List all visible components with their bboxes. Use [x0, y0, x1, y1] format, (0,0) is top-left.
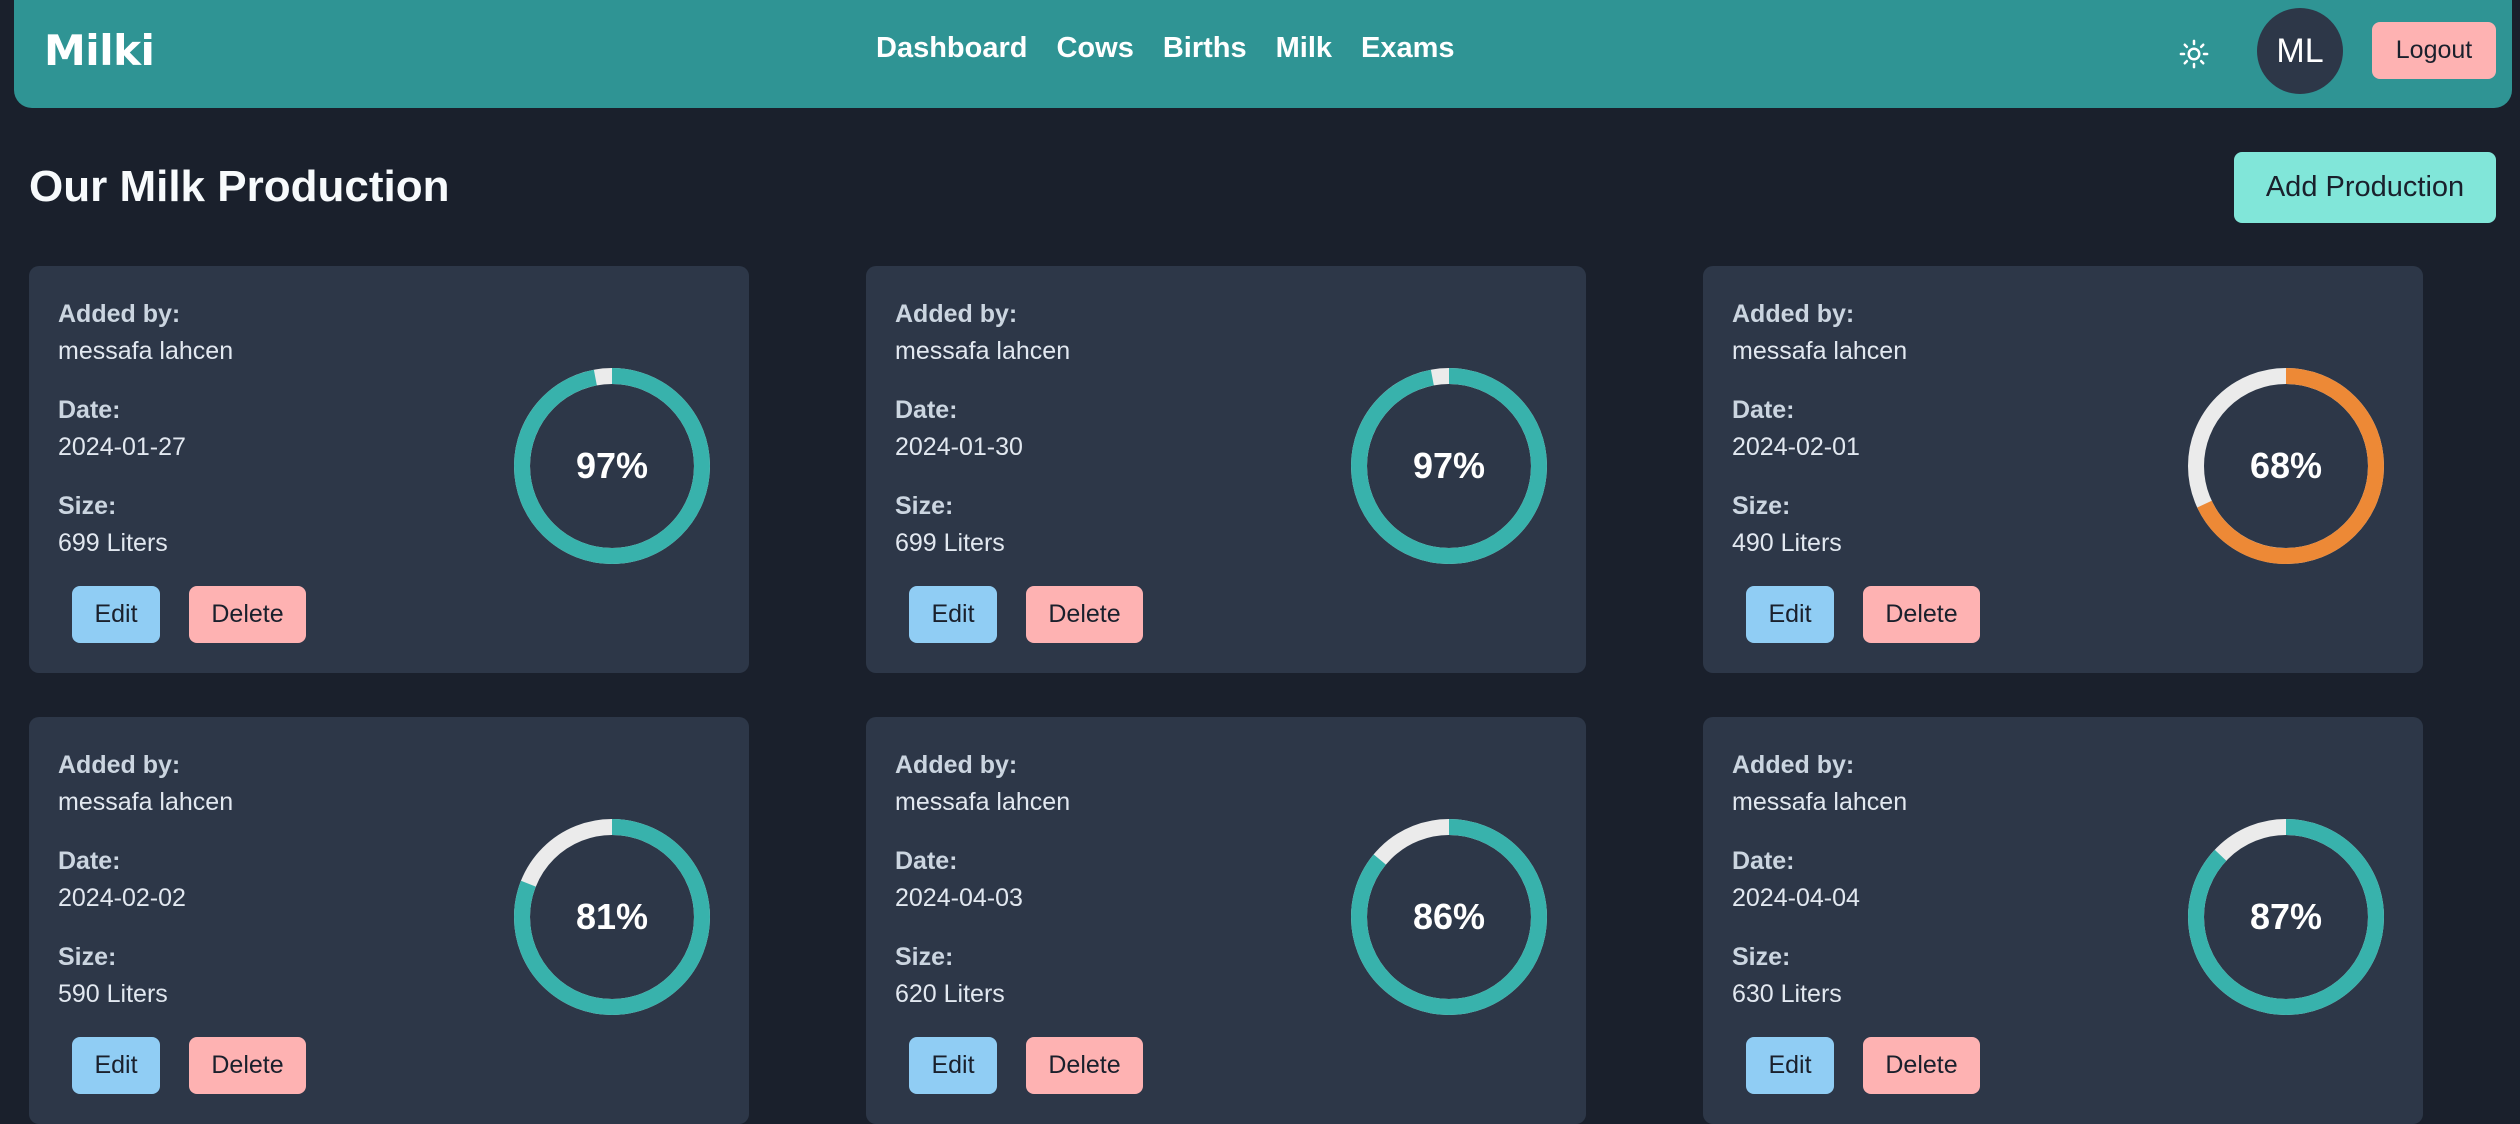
added-by-label: Added by:	[895, 751, 1018, 779]
progress-percent: 68%	[2249, 445, 2323, 486]
date-value: 2024-01-30	[895, 433, 1023, 461]
delete-button[interactable]: Delete	[1026, 586, 1143, 643]
date-label: Date:	[895, 396, 958, 424]
nav-link-milk[interactable]: Milk	[1276, 32, 1332, 65]
added-by-label: Added by:	[895, 300, 1018, 328]
size-label: Size:	[895, 943, 954, 971]
delete-button[interactable]: Delete	[1863, 586, 1980, 643]
added-by-value: messafa lahcen	[895, 337, 1071, 365]
added-by-label: Added by:	[1732, 751, 1855, 779]
brand-logo[interactable]: Milki	[44, 26, 155, 75]
production-info: Added by: messafa lahcen Date: 2024-01-27 Si…	[58, 296, 233, 584]
production-info: Added by: messafa lahcen Date: 2024-02-01 Si…	[1732, 296, 1907, 584]
add-production-button[interactable]: Add Production	[2234, 152, 2496, 223]
card-actions: Edit Delete	[909, 1037, 1143, 1094]
date-value: 2024-01-27	[58, 433, 186, 461]
card-actions: Edit Delete	[72, 586, 306, 643]
size-label: Size:	[895, 492, 954, 520]
top-navbar: Milki Dashboard Cows Births Milk Exams M…	[14, 0, 2512, 108]
progress-percent: 87%	[2249, 896, 2323, 937]
nav-link-cows[interactable]: Cows	[1056, 32, 1133, 65]
edit-button[interactable]: Edit	[909, 1037, 997, 1094]
progress-percent: 97%	[1412, 445, 1486, 486]
added-by-value: messafa lahcen	[895, 788, 1071, 816]
progress-percent: 81%	[575, 896, 649, 937]
nav-links: Dashboard Cows Births Milk Exams	[876, 32, 1455, 65]
logout-button[interactable]: Logout	[2372, 22, 2496, 79]
card-actions: Edit Delete	[1746, 586, 1980, 643]
nav-link-dashboard[interactable]: Dashboard	[876, 32, 1027, 65]
delete-button[interactable]: Delete	[1026, 1037, 1143, 1094]
added-by-value: messafa lahcen	[58, 788, 234, 816]
card-actions: Edit Delete	[909, 586, 1143, 643]
size-label: Size:	[1732, 492, 1791, 520]
edit-button[interactable]: Edit	[1746, 1037, 1834, 1094]
production-card: Added by: messafa lahcen Date: 2024-01-30 Si…	[866, 266, 1586, 673]
date-label: Date:	[895, 847, 958, 875]
page-title: Our Milk Production	[29, 162, 450, 211]
date-value: 2024-02-01	[1732, 433, 1860, 461]
size-value: 490 Liters	[1732, 529, 1842, 557]
date-label: Date:	[1732, 847, 1795, 875]
production-info: Added by: messafa lahcen Date: 2024-04-03 Si…	[895, 747, 1070, 1035]
size-value: 630 Liters	[1732, 980, 1842, 1008]
date-value: 2024-04-03	[895, 884, 1023, 912]
progress-ring: 97%	[1349, 366, 1549, 566]
nav-link-births[interactable]: Births	[1163, 32, 1247, 65]
card-actions: Edit Delete	[72, 1037, 306, 1094]
size-label: Size:	[58, 943, 117, 971]
progress-ring: 87%	[2186, 817, 2386, 1017]
production-card: Added by: messafa lahcen Date: 2024-01-27 Si…	[29, 266, 749, 673]
progress-percent: 86%	[1412, 896, 1486, 937]
date-value: 2024-04-04	[1732, 884, 1860, 912]
added-by-label: Added by:	[1732, 300, 1855, 328]
user-avatar[interactable]: ML	[2257, 8, 2343, 94]
date-label: Date:	[1732, 396, 1795, 424]
added-by-value: messafa lahcen	[1732, 788, 1908, 816]
production-card: Added by: messafa lahcen Date: 2024-04-03 Si…	[866, 717, 1586, 1124]
progress-ring: 68%	[2186, 366, 2386, 566]
nav-link-exams[interactable]: Exams	[1361, 32, 1455, 65]
date-label: Date:	[58, 847, 121, 875]
size-value: 699 Liters	[895, 529, 1005, 557]
size-value: 590 Liters	[58, 980, 168, 1008]
delete-button[interactable]: Delete	[1863, 1037, 1980, 1094]
production-info: Added by: messafa lahcen Date: 2024-04-04 Si…	[1732, 747, 1907, 1035]
size-value: 699 Liters	[58, 529, 168, 557]
date-value: 2024-02-02	[58, 884, 186, 912]
card-actions: Edit Delete	[1746, 1037, 1980, 1094]
size-value: 620 Liters	[895, 980, 1005, 1008]
delete-button[interactable]: Delete	[189, 586, 306, 643]
edit-button[interactable]: Edit	[909, 586, 997, 643]
added-by-label: Added by:	[58, 751, 181, 779]
edit-button[interactable]: Edit	[72, 1037, 160, 1094]
edit-button[interactable]: Edit	[72, 586, 160, 643]
sun-icon	[2179, 39, 2209, 69]
size-label: Size:	[58, 492, 117, 520]
production-card: Added by: messafa lahcen Date: 2024-02-02 Si…	[29, 717, 749, 1124]
added-by-value: messafa lahcen	[58, 337, 234, 365]
added-by-label: Added by:	[58, 300, 181, 328]
production-info: Added by: messafa lahcen Date: 2024-02-02 Si…	[58, 747, 233, 1035]
size-label: Size:	[1732, 943, 1791, 971]
progress-ring: 86%	[1349, 817, 1549, 1017]
added-by-value: messafa lahcen	[1732, 337, 1908, 365]
progress-ring: 81%	[512, 817, 712, 1017]
production-card: Added by: messafa lahcen Date: 2024-02-01 Si…	[1703, 266, 2423, 673]
theme-toggle-button[interactable]	[2174, 34, 2214, 74]
delete-button[interactable]: Delete	[189, 1037, 306, 1094]
production-card: Added by: messafa lahcen Date: 2024-04-04 Si…	[1703, 717, 2423, 1124]
edit-button[interactable]: Edit	[1746, 586, 1834, 643]
date-label: Date:	[58, 396, 121, 424]
production-info: Added by: messafa lahcen Date: 2024-01-30 Si…	[895, 296, 1070, 584]
progress-ring: 97%	[512, 366, 712, 566]
progress-percent: 97%	[575, 445, 649, 486]
